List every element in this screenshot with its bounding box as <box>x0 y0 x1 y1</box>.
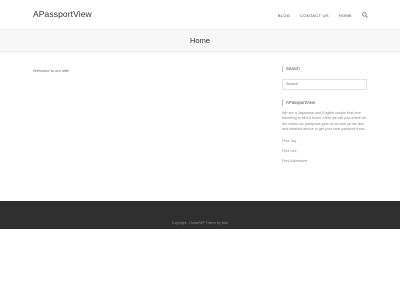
about-widget-title: APassportView <box>282 100 367 106</box>
footer-copyright: Copyright - OceanWP Theme by Nick <box>171 221 229 225</box>
about-widget: APassportView We are a Japanese and Engl… <box>282 100 367 163</box>
nav-item-contact[interactable]: CONTACT US <box>300 13 329 18</box>
main-nav: BLOG CONTACT US HOME <box>268 12 368 18</box>
site-footer: Copyright - OceanWP Theme by Nick <box>0 201 400 229</box>
search-input[interactable] <box>282 78 367 90</box>
page-title: Home <box>189 36 210 45</box>
welcome-text: Welcome to our site! <box>33 68 70 73</box>
search-widget-title: Search <box>282 66 367 72</box>
sidebar: Search APassportView We are a Japanese a… <box>282 66 367 169</box>
page-header-banner: Home <box>0 29 400 52</box>
sidebar-link-find-joy[interactable]: Find Joy <box>282 139 367 143</box>
search-icon[interactable] <box>362 12 368 18</box>
sidebar-links: Find Joy Find Life Find Adventure <box>282 139 367 163</box>
sidebar-link-find-adventure[interactable]: Find Adventure <box>282 159 367 163</box>
site-header: APassportView BLOG CONTACT US HOME <box>0 0 400 29</box>
main-content: Welcome to our site! Search APassportVie… <box>0 52 400 201</box>
nav-item-blog[interactable]: BLOG <box>278 13 290 18</box>
nav-item-home[interactable]: HOME <box>339 13 352 18</box>
sidebar-link-find-life[interactable]: Find Life <box>282 149 367 153</box>
about-text: We are a Japanese and English couple tha… <box>282 111 366 132</box>
site-logo[interactable]: APassportView <box>33 9 92 19</box>
